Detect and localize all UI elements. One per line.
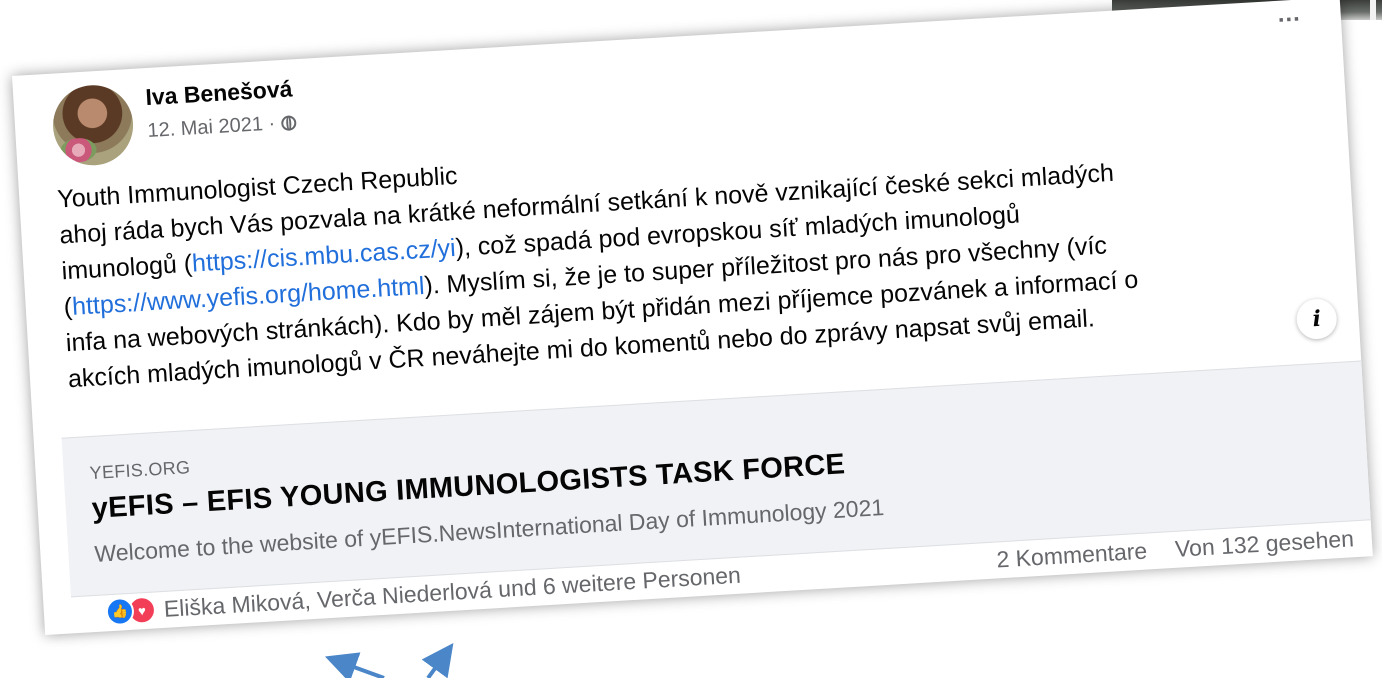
info-icon[interactable]: i — [1295, 297, 1338, 341]
reaction-icons[interactable]: 👍 ♥ — [105, 595, 157, 627]
link-preview-domain: YEFIS.ORG — [89, 457, 191, 484]
globe-icon — [280, 115, 297, 132]
views-count: Von 132 gesehen — [1174, 524, 1355, 562]
post-date[interactable]: 12. Mai 2021 · — [147, 112, 276, 143]
facebook-post-card: ... Iva Benešová 12. Mai 2021 · Youth Im… — [12, 0, 1373, 636]
annotation-arrow — [421, 643, 454, 678]
post-author[interactable]: Iva Benešová — [145, 75, 293, 111]
post-meta: 12. Mai 2021 · — [147, 111, 297, 143]
comments-count[interactable]: 2 Kommentare — [996, 537, 1148, 573]
more-options-button[interactable]: ... — [1277, 0, 1302, 28]
like-icon: 👍 — [105, 596, 135, 627]
annotation-arrow — [324, 652, 385, 678]
post-body: Youth Immunologist Czech Republic ahoj r… — [56, 107, 1327, 397]
avatar[interactable] — [50, 82, 136, 168]
